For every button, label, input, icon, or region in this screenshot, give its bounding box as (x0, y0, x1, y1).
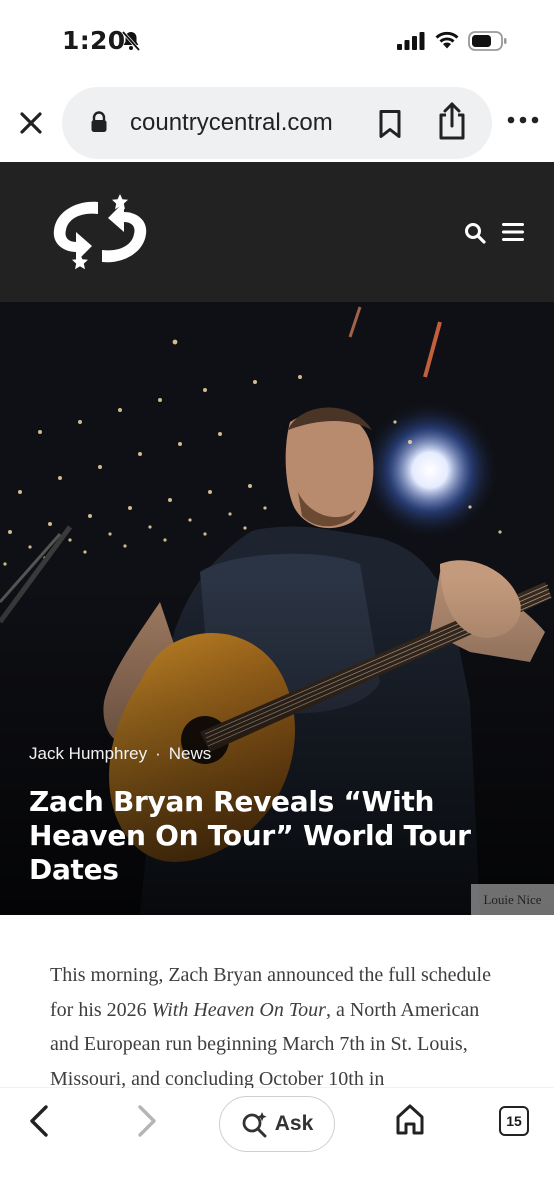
browser-bottom-toolbar: Ask 15 (0, 1088, 554, 1200)
status-bar: 1:20 (0, 0, 554, 80)
cellular-signal-icon (397, 32, 425, 50)
bell-slash-icon (121, 30, 141, 52)
hero-section[interactable]: Jack Humphrey · News Zach Bryan Reveals “W… (0, 302, 554, 915)
forward-chevron-icon[interactable] (132, 1103, 160, 1139)
search-icon[interactable] (464, 222, 486, 244)
battery-icon (468, 31, 507, 51)
url-text[interactable]: countrycentral.com (130, 109, 333, 137)
site-logo-icon[interactable] (46, 190, 154, 274)
browser-address-row: countrycentral.com (0, 80, 554, 162)
article-meta: Jack Humphrey · News (29, 744, 211, 764)
hamburger-menu-icon[interactable] (502, 222, 528, 242)
meta-separator: · (155, 744, 161, 763)
back-chevron-icon[interactable] (26, 1103, 54, 1139)
address-bar[interactable]: countrycentral.com (62, 87, 492, 159)
share-icon[interactable] (436, 101, 468, 141)
sparkle-search-icon (242, 1112, 267, 1138)
photo-credit: Louie Nice (471, 884, 554, 915)
article-paragraph: This morning, Zach Bryan announced the f… (50, 958, 510, 1096)
tour-name-text: With Heaven On Tour (151, 998, 326, 1021)
close-icon (20, 112, 42, 134)
ask-button[interactable]: Ask (219, 1096, 335, 1152)
tabs-button[interactable]: 15 (499, 1106, 529, 1136)
wifi-icon (435, 31, 459, 49)
more-icon[interactable] (506, 112, 540, 128)
author-link[interactable]: Jack Humphrey (29, 744, 147, 763)
ask-label: Ask (274, 1112, 314, 1135)
home-icon[interactable] (394, 1103, 426, 1137)
tab-count: 15 (506, 1113, 522, 1129)
close-button[interactable] (14, 106, 48, 140)
article-title: Zach Bryan Reveals “With Heaven On Tour”… (29, 785, 471, 886)
status-time: 1:20 (62, 26, 126, 55)
lock-icon (91, 111, 107, 132)
category-link[interactable]: News (169, 744, 212, 763)
bookmark-icon[interactable] (376, 109, 404, 139)
site-header (0, 162, 554, 302)
article-body: This morning, Zach Bryan announced the f… (50, 958, 510, 1096)
